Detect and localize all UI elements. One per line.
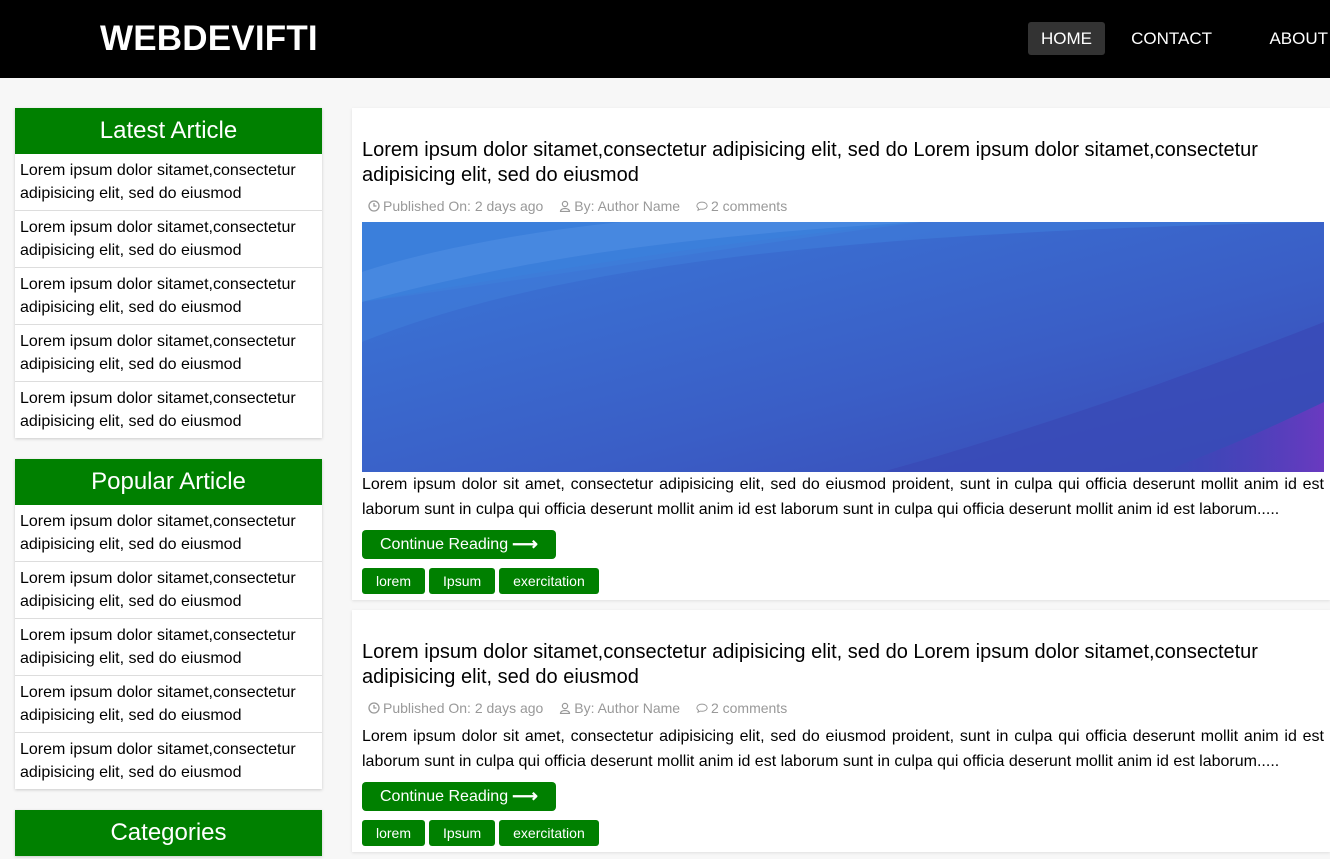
main-content: Lorem ipsum dolor sitamet,consectetur ad…	[352, 108, 1330, 859]
nav-contact[interactable]: CONTACT	[1118, 22, 1225, 55]
widget-title: Popular Article	[15, 459, 322, 505]
post-excerpt: Lorem ipsum dolor sit amet, consectetur …	[362, 728, 1324, 770]
site-logo[interactable]: WEBDEVIFTI	[100, 19, 318, 59]
clock-icon	[368, 702, 380, 714]
nav-home[interactable]: HOME	[1028, 22, 1105, 55]
latest-article-link[interactable]: Lorem ipsum dolor sitamet,consectetur ad…	[15, 211, 322, 268]
author: By: Author Name	[559, 196, 680, 216]
author: By: Author Name	[559, 698, 680, 718]
post-meta: Published On: 2 days ago By: Author Name…	[362, 196, 1324, 216]
popular-article-widget: Popular Article Lorem ipsum dolor sitame…	[15, 459, 322, 789]
latest-article-link[interactable]: Lorem ipsum dolor sitamet,consectetur ad…	[15, 154, 322, 211]
published-date: Published On: 2 days ago	[368, 196, 543, 216]
comments-count: 2 comments	[696, 196, 787, 216]
tag[interactable]: lorem	[362, 568, 426, 594]
post-title[interactable]: Lorem ipsum dolor sitamet,consectetur ad…	[362, 640, 1324, 690]
post-excerpt: Lorem ipsum dolor sit amet, consectetur …	[362, 476, 1324, 518]
popular-article-link[interactable]: Lorem ipsum dolor sitamet,consectetur ad…	[15, 676, 322, 733]
popular-article-link[interactable]: Lorem ipsum dolor sitamet,consectetur ad…	[15, 505, 322, 562]
popular-article-link[interactable]: Lorem ipsum dolor sitamet,consectetur ad…	[15, 733, 322, 789]
latest-article-link[interactable]: Lorem ipsum dolor sitamet,consectetur ad…	[15, 382, 322, 438]
comment-icon	[696, 703, 708, 714]
continue-reading-button[interactable]: Continue Reading ⟶	[362, 530, 556, 559]
continue-reading-button[interactable]: Continue Reading ⟶	[362, 782, 556, 811]
comment-icon	[696, 201, 708, 212]
tag[interactable]: exercitation	[499, 568, 599, 594]
arrow-right-icon: ⟶	[512, 534, 538, 554]
latest-article-widget: Latest Article Lorem ipsum dolor sitamet…	[15, 108, 322, 438]
tag[interactable]: lorem	[362, 820, 426, 846]
popular-article-link[interactable]: Lorem ipsum dolor sitamet,consectetur ad…	[15, 562, 322, 619]
post-tags: lorem Ipsum exercitation	[362, 568, 1324, 594]
comments-count: 2 comments	[696, 698, 787, 718]
tag[interactable]: exercitation	[499, 820, 599, 846]
post-title[interactable]: Lorem ipsum dolor sitamet,consectetur ad…	[362, 138, 1324, 188]
post-tags: lorem Ipsum exercitation	[362, 820, 1324, 846]
post-featured-image	[362, 222, 1324, 472]
widget-title: Categories	[15, 810, 322, 856]
user-icon	[560, 200, 571, 212]
latest-article-link[interactable]: Lorem ipsum dolor sitamet,consectetur ad…	[15, 268, 322, 325]
top-navbar: WEBDEVIFTI HOME CONTACT ABOUT	[0, 0, 1330, 78]
popular-article-link[interactable]: Lorem ipsum dolor sitamet,consectetur ad…	[15, 619, 322, 676]
sidebar: Latest Article Lorem ipsum dolor sitamet…	[15, 108, 322, 859]
tag[interactable]: Ipsum	[429, 568, 496, 594]
categories-widget: Categories	[15, 810, 322, 856]
nav-about[interactable]: ABOUT	[1256, 22, 1330, 55]
latest-article-link[interactable]: Lorem ipsum dolor sitamet,consectetur ad…	[15, 325, 322, 382]
tag[interactable]: Ipsum	[429, 820, 496, 846]
widget-title: Latest Article	[15, 108, 322, 154]
arrow-right-icon: ⟶	[512, 786, 538, 806]
clock-icon	[368, 200, 380, 212]
published-date: Published On: 2 days ago	[368, 698, 543, 718]
blog-post: Lorem ipsum dolor sitamet,consectetur ad…	[352, 610, 1330, 852]
user-icon	[560, 702, 571, 714]
post-meta: Published On: 2 days ago By: Author Name…	[362, 698, 1324, 718]
blog-post: Lorem ipsum dolor sitamet,consectetur ad…	[352, 108, 1330, 600]
